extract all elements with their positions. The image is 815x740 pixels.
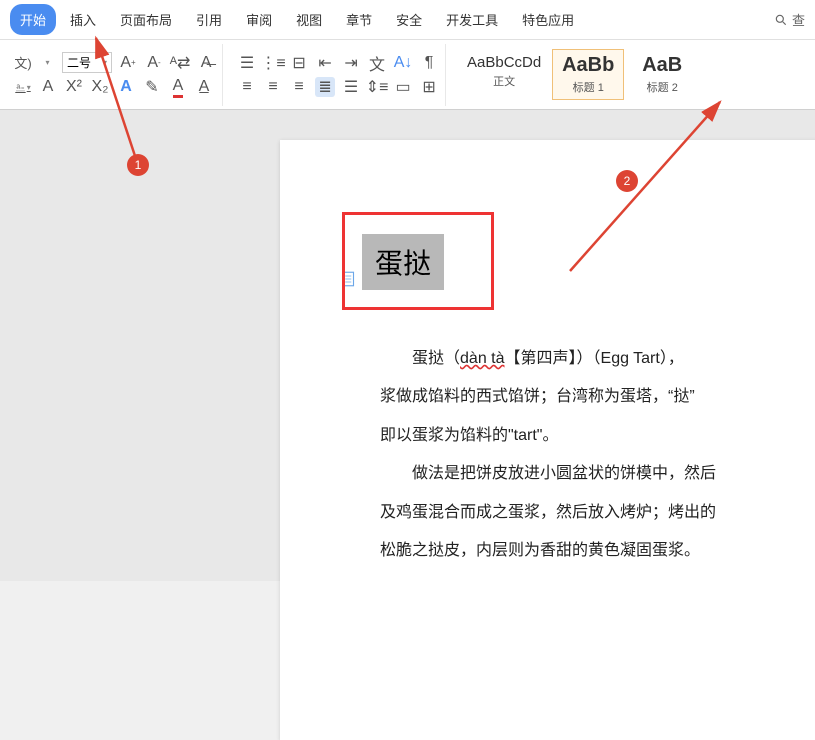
style-h2-name: 标题 2	[635, 79, 689, 95]
clear-format-icon[interactable]: A̶	[196, 53, 216, 73]
p1d: ）（Egg Tart），	[577, 350, 684, 367]
text-effects-icon[interactable]: A	[116, 77, 136, 97]
menu-references[interactable]: 引用	[186, 4, 232, 35]
bullets-icon[interactable]: ☰	[237, 53, 257, 73]
annotation-marker-1: 1	[127, 154, 149, 176]
search-icon	[774, 13, 788, 27]
decrease-font-icon[interactable]: A-	[144, 53, 164, 73]
ribbon-paragraph-group: ☰ ⋮≡ ⊟ ⇤ ⇥ 文 A↓ ¶ ≡ ≡ ≡ ≣ ☰ ⇕≡ ▭ ⊞	[231, 44, 446, 106]
para5: 及鸡蛋混合而成之蛋浆，然后放入烤炉；烤出的	[380, 494, 780, 532]
line-spacing-icon[interactable]: ⇕≡	[367, 77, 387, 97]
change-case-icon[interactable]: ᴬ⇄	[170, 53, 190, 73]
ribbon-font-group: 文) 二号 A+ A- ᴬ⇄ A̶ ⎁ A X² X₂ A ✎ A A̲	[8, 44, 223, 106]
menu-search[interactable]: 查	[774, 10, 805, 29]
menu-view[interactable]: 视图	[286, 4, 332, 35]
doc-body[interactable]: 蛋挞（dàn tà【第四声】）（Egg Tart）， 浆做成馅料的西式馅饼；台湾…	[380, 340, 780, 570]
menu-page-layout[interactable]: 页面布局	[110, 4, 182, 35]
p1a: 蛋挞（	[412, 350, 460, 367]
char-shading-icon[interactable]: A̲	[194, 77, 214, 97]
underline-icon[interactable]: ⎁	[14, 78, 32, 96]
decrease-indent-icon[interactable]: ⇤	[315, 53, 335, 73]
font-family-label: 文)	[14, 54, 32, 72]
menu-special[interactable]: 特色应用	[512, 4, 584, 35]
doc-title-selected[interactable]: 蛋挞	[362, 234, 444, 290]
justify-icon[interactable]: ≣	[315, 77, 335, 97]
align-left-icon[interactable]: ≡	[237, 77, 257, 97]
para4: 做法是把饼皮放进小圆盆状的饼模中，然后	[380, 455, 780, 493]
numbering-icon[interactable]: ⋮≡	[263, 53, 283, 73]
style-h2-preview: AaB	[635, 54, 689, 77]
para6: 松脆之挞皮，内层则为香甜的黄色凝固蛋浆。	[380, 532, 780, 570]
para2: 浆做成馅料的西式馅饼；台湾称为蛋塔，“挞”	[380, 378, 780, 416]
document-area: 蛋挞 蛋挞（dàn tà【第四声】）（Egg Tart）， 浆做成馅料的西式馅饼…	[0, 110, 815, 581]
p1-bracket: 【第四声】	[505, 350, 577, 367]
sort-icon[interactable]: A↓	[393, 53, 413, 73]
menu-security[interactable]: 安全	[386, 4, 432, 35]
page[interactable]: 蛋挞 蛋挞（dàn tà【第四声】）（Egg Tart）， 浆做成馅料的西式馅饼…	[280, 140, 815, 740]
menu-chapter[interactable]: 章节	[336, 4, 382, 35]
text-direction-icon[interactable]: 文	[367, 53, 387, 73]
superscript-icon[interactable]: X²	[64, 77, 84, 97]
p1-pinyin: dàn tà	[460, 350, 504, 367]
font-family-dropdown-icon[interactable]	[38, 54, 56, 72]
style-body[interactable]: AaBbCcDd 正文	[458, 49, 550, 100]
style-h1-preview: AaBb	[561, 54, 615, 77]
align-center-icon[interactable]: ≡	[263, 77, 283, 97]
subscript-icon[interactable]: X₂	[90, 77, 110, 97]
style-heading1[interactable]: AaBb 标题 1	[552, 49, 624, 100]
show-marks-icon[interactable]: ¶	[419, 53, 439, 73]
menu-insert[interactable]: 插入	[60, 4, 106, 35]
style-gallery: AaBbCcDd 正文 AaBb 标题 1 AaB 标题 2	[458, 49, 698, 100]
style-body-name: 正文	[467, 73, 541, 89]
menu-dev-tools[interactable]: 开发工具	[436, 4, 508, 35]
align-right-icon[interactable]: ≡	[289, 77, 309, 97]
style-body-preview: AaBbCcDd	[467, 54, 541, 71]
annotation-marker-2: 2	[616, 170, 638, 192]
menu-start[interactable]: 开始	[10, 4, 56, 35]
ribbon: 文) 二号 A+ A- ᴬ⇄ A̶ ⎁ A X² X₂ A ✎ A A̲ ☰ ⋮…	[0, 40, 815, 110]
font-size-select[interactable]: 二号	[62, 52, 112, 73]
highlight-icon[interactable]: ✎	[142, 77, 162, 97]
menu-bar: 开始 插入 页面布局 引用 审阅 视图 章节 安全 开发工具 特色应用 查	[0, 0, 815, 40]
distribute-icon[interactable]: ☰	[341, 77, 361, 97]
borders-icon[interactable]: ⊞	[419, 77, 439, 97]
para3: 即以蛋浆为馅料的"tart"。	[380, 417, 780, 455]
shading-icon[interactable]: ▭	[393, 77, 413, 97]
font-color-icon[interactable]: A	[168, 77, 188, 97]
style-heading2[interactable]: AaB 标题 2	[626, 49, 698, 100]
para1: 蛋挞（dàn tà【第四声】）（Egg Tart），	[380, 340, 780, 378]
strike-icon[interactable]: A	[38, 77, 58, 97]
style-h1-name: 标题 1	[561, 79, 615, 95]
search-label: 查	[792, 10, 805, 29]
increase-indent-icon[interactable]: ⇥	[341, 53, 361, 73]
increase-font-icon[interactable]: A+	[118, 53, 138, 73]
menu-review[interactable]: 审阅	[236, 4, 282, 35]
multilevel-icon[interactable]: ⊟	[289, 53, 309, 73]
